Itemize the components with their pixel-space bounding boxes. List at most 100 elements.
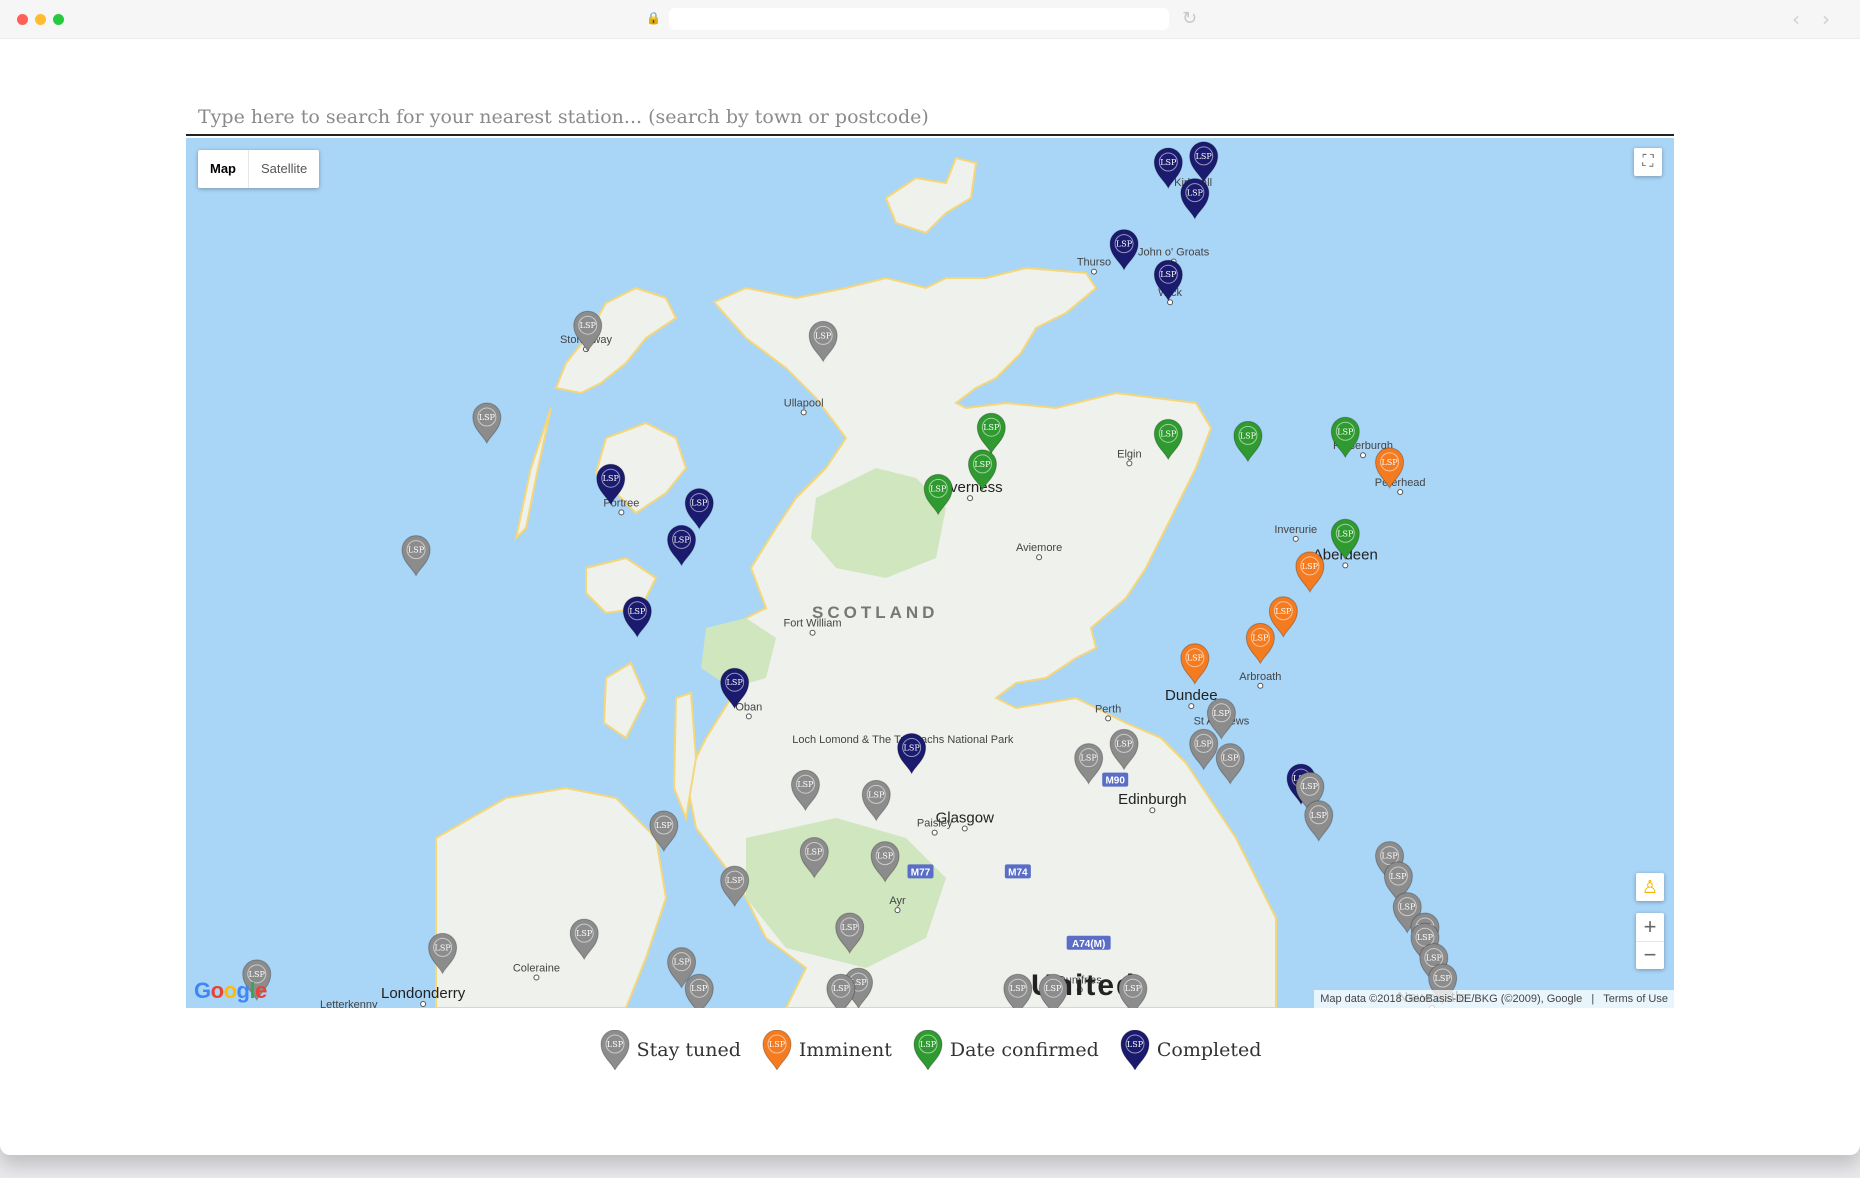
road-shield-label: M74 [1008, 867, 1028, 878]
station-marker-stay-tuned-label: LSP [673, 958, 690, 967]
station-marker-imminent-label: LSP [1381, 458, 1398, 467]
legend-pin-shape [600, 1030, 630, 1070]
station-marker-date-confirmed-label: LSP [1240, 431, 1257, 440]
station-marker-stay-tuned-label: LSP [1125, 984, 1142, 993]
legend-pin[interactable]: LSP [762, 1030, 792, 1070]
station-marker-stay-tuned-label: LSP [833, 984, 850, 993]
legend-pin-label: LSP [607, 1040, 624, 1049]
street-view-pegman[interactable]: ♙ [1636, 873, 1664, 901]
zoom-out-button[interactable]: − [1636, 942, 1664, 969]
map-canvas[interactable]: KirkwallThursoJohn o' GroatsWickStornowa… [186, 138, 1674, 1008]
legend-label: Stay tuned [636, 1039, 741, 1061]
station-marker-stay-tuned-label: LSP [1045, 984, 1062, 993]
place-dot [1360, 452, 1366, 459]
station-marker-completed-label: LSP [673, 535, 690, 544]
station-marker-completed-label: LSP [1116, 240, 1133, 249]
place-dot [1036, 554, 1043, 561]
fullscreen-button[interactable]: ⛶ [1634, 148, 1662, 176]
place-dot [931, 829, 938, 836]
legend-label: Imminent [798, 1039, 892, 1061]
map-type-map-button[interactable]: Map [198, 150, 249, 188]
station-marker-completed-label: LSP [691, 499, 708, 508]
station-map[interactable]: KirkwallThursoJohn o' GroatsWickStornowa… [186, 138, 1674, 1008]
road-shield-label: M90 [1105, 776, 1125, 787]
station-marker-stay-tuned-label: LSP [877, 852, 894, 861]
station-marker-imminent-label: LSP [1252, 633, 1269, 642]
close-window-button[interactable] [17, 14, 28, 25]
station-marker-stay-tuned-label: LSP [1435, 974, 1452, 983]
station-marker-stay-tuned-label: LSP [1213, 709, 1230, 718]
station-marker-stay-tuned-label: LSP [1426, 954, 1443, 963]
station-marker-stay-tuned-label: LSP [1196, 739, 1213, 748]
map-type-control[interactable]: Map Satellite [198, 150, 320, 188]
place-dot [745, 713, 752, 720]
station-marker-completed-label: LSP [1160, 158, 1177, 167]
legend-pin[interactable]: LSP [1120, 1030, 1150, 1070]
fullscreen-icon: ⛶ [1642, 153, 1654, 170]
station-marker-stay-tuned-label: LSP [479, 413, 496, 422]
place-dot [1188, 703, 1195, 710]
pegman-icon: ♙ [1641, 877, 1659, 897]
place-dot [1257, 682, 1264, 689]
road-shield-label: M77 [911, 867, 931, 878]
station-marker-completed-label: LSP [727, 678, 744, 687]
terms-link[interactable]: Terms of Use [1603, 993, 1668, 1005]
northern-ireland [435, 786, 668, 1008]
place-label: Oban [735, 701, 762, 713]
station-search-input[interactable] [186, 100, 1674, 136]
map-attribution: Map data ©2018 GeoBasis-DE/BKG (©2009), … [1314, 990, 1674, 1008]
browser-window: 🔒 ↻ ‹ › Type here to search for your nea… [0, 0, 1860, 1155]
zoom-control[interactable]: + − [1636, 913, 1664, 969]
legend-item-imminent: LSP Imminent [761, 1030, 892, 1070]
place-dot [1090, 268, 1097, 275]
reload-icon[interactable]: ↻ [1182, 8, 1197, 30]
station-marker-stay-tuned-label: LSP [1081, 754, 1098, 763]
place-label: Letterkenny [320, 999, 378, 1008]
station-marker-stay-tuned-label: LSP [868, 790, 885, 799]
address-bar[interactable] [669, 8, 1169, 30]
place-dot [961, 825, 968, 832]
forward-icon[interactable]: › [1822, 8, 1830, 30]
legend-pin[interactable]: LSP [913, 1030, 943, 1070]
place-label: Paisley [917, 818, 953, 830]
place-dot [1342, 562, 1349, 569]
country-label: SCOTLAND [812, 603, 938, 622]
station-marker-completed-label: LSP [629, 607, 646, 616]
legend-pin[interactable]: LSP [600, 1030, 630, 1070]
back-icon[interactable]: ‹ [1792, 8, 1800, 30]
station-marker-stay-tuned-label: LSP [1417, 933, 1434, 942]
maximize-window-button[interactable] [53, 14, 64, 25]
station-marker-completed-label: LSP [904, 743, 921, 752]
station-marker-completed-label: LSP [603, 474, 620, 483]
station-marker-imminent-label: LSP [1187, 654, 1204, 663]
place-dot [1105, 715, 1112, 722]
place-dot [967, 495, 974, 502]
station-marker-imminent-label: LSP [1275, 607, 1292, 616]
place-label: Elgin [1117, 448, 1141, 460]
station-marker-stay-tuned-label: LSP [797, 780, 814, 789]
place-label: Ullapool [784, 397, 824, 409]
minimize-window-button[interactable] [35, 14, 46, 25]
lock-icon: 🔒 [646, 11, 661, 25]
google-logo: Google [194, 978, 267, 1003]
legend-label: Completed [1156, 1039, 1262, 1061]
legend-pin-label: LSP [920, 1040, 937, 1049]
place-label: Dundee [1165, 687, 1218, 704]
station-marker-date-confirmed-label: LSP [1337, 529, 1354, 538]
place-label: Coleraine [513, 962, 560, 974]
station-marker-date-confirmed-label: LSP [974, 460, 991, 469]
map-type-satellite-button[interactable]: Satellite [249, 150, 319, 188]
station-marker-stay-tuned-label: LSP [1302, 782, 1319, 791]
station-marker-date-confirmed-label: LSP [930, 484, 947, 493]
legend-item-date-confirmed: LSP Date confirmed [912, 1030, 1099, 1070]
legend-pin-icon: LSP [1120, 1030, 1150, 1070]
station-marker-stay-tuned-label: LSP [1010, 984, 1027, 993]
station-marker-completed-label: LSP [1160, 270, 1177, 279]
place-label: Perth [1095, 703, 1121, 715]
station-marker-date-confirmed-label: LSP [1337, 427, 1354, 436]
legend-pin-shape [913, 1030, 943, 1070]
zoom-in-button[interactable]: + [1636, 913, 1664, 942]
station-marker-stay-tuned-label: LSP [408, 546, 425, 555]
status-legend: LSP Stay tuned LSP Imminent LSP Date confirme… [0, 1030, 1860, 1075]
station-marker-imminent-label: LSP [1302, 562, 1319, 571]
